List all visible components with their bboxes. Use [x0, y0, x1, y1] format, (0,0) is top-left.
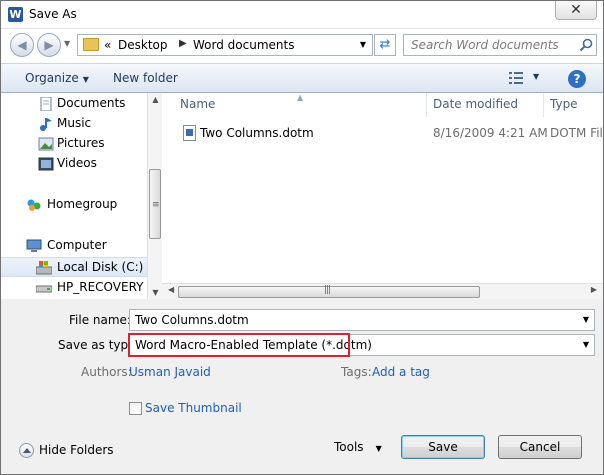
chevron-down-icon: ▼: [375, 444, 382, 453]
table-row[interactable]: Two Columns.dotm 8/16/2009 4:21 AM DOTM …: [162, 123, 603, 145]
save-thumbnail-checkbox[interactable]: [129, 402, 142, 415]
organize-button[interactable]: Organize ▼: [25, 71, 89, 85]
homegroup-icon: [27, 199, 41, 211]
videos-icon: [38, 157, 54, 171]
nav-label-documents: Documents: [57, 96, 126, 110]
red-highlight-box: [128, 333, 350, 357]
search-placeholder: Search Word documents: [411, 38, 559, 52]
back-arrow-icon: ◀: [17, 38, 27, 52]
nav-item-music[interactable]: Music: [1, 114, 147, 134]
drive-icon: [36, 285, 52, 293]
word-app-icon: W: [8, 7, 23, 22]
nav-label-computer: Computer: [47, 238, 107, 252]
address-bar[interactable]: « Desktop ▶ Word documents ▼: [77, 34, 373, 56]
nav-label-pictures: Pictures: [57, 136, 105, 150]
scroll-down-icon[interactable]: ▼: [148, 288, 163, 297]
title-bar: W Save As ✕: [1, 1, 603, 29]
save-thumbnail-label[interactable]: Save Thumbnail: [145, 401, 242, 415]
file-date-cell: 8/16/2009 4:21 AM: [433, 126, 548, 140]
cancel-button[interactable]: Cancel: [498, 435, 582, 459]
scroll-up-icon[interactable]: ▲: [148, 95, 163, 104]
recent-locations-dropdown[interactable]: ▼: [64, 39, 70, 48]
forward-arrow-icon: ▶: [44, 38, 54, 52]
music-icon: [40, 118, 52, 131]
nav-label-local-disk: Local Disk (C:): [57, 260, 144, 274]
views-dropdown-icon[interactable]: ▼: [533, 72, 539, 81]
column-header-date-modified[interactable]: Date modified: [433, 97, 518, 111]
scroll-left-icon[interactable]: ◀: [168, 285, 174, 294]
tags-value[interactable]: Add a tag: [372, 365, 430, 379]
authors-label: Authors:: [81, 365, 132, 379]
nav-item-hp-recovery[interactable]: HP_RECOVERY (I: [1, 278, 147, 298]
address-row: ◀ ▶ ▼ « Desktop ▶ Word documents ▼ ⇄ Sea…: [1, 29, 603, 63]
new-folder-button[interactable]: New folder: [113, 71, 178, 85]
tags-label: Tags:: [341, 365, 372, 379]
hide-folders-label: Hide Folders: [39, 443, 114, 457]
address-dropdown-icon[interactable]: ▼: [360, 40, 366, 49]
file-name-cell: Two Columns.dotm: [200, 126, 314, 140]
breadcrumb-separator-icon[interactable]: ▶: [179, 38, 187, 49]
save-as-type-dropdown-icon[interactable]: ▼: [583, 340, 589, 349]
organize-label: Organize: [25, 71, 79, 85]
tools-label: Tools: [334, 440, 364, 454]
local-disk-icon: [36, 261, 52, 275]
window-title: Save As: [29, 7, 77, 21]
command-bar: Organize ▼ New folder ▼ ?: [1, 63, 603, 93]
breadcrumb-word-documents[interactable]: Word documents: [193, 38, 294, 52]
computer-icon: [26, 239, 42, 252]
help-icon[interactable]: ?: [568, 70, 586, 88]
sort-ascending-icon: ▲: [297, 93, 304, 102]
scrollbar-thumb[interactable]: |||: [178, 285, 480, 298]
back-button[interactable]: ◀: [10, 33, 34, 57]
collapse-up-icon: [19, 443, 34, 458]
tools-button[interactable]: Tools ▼: [334, 440, 382, 454]
nav-item-homegroup[interactable]: Homegroup: [1, 195, 147, 215]
navigation-pane: Documents Music Pictures Videos Homegrou…: [1, 93, 147, 299]
nav-item-documents[interactable]: Documents: [1, 94, 147, 114]
search-input[interactable]: Search Word documents: [403, 34, 597, 56]
close-button[interactable]: ✕: [555, 1, 597, 20]
column-header-type[interactable]: Type: [550, 97, 578, 111]
nav-item-local-disk[interactable]: Local Disk (C:): [1, 257, 147, 277]
pictures-icon: [38, 137, 54, 151]
file-name-field[interactable]: Two Columns.dotm ▼: [129, 309, 595, 331]
save-as-dialog: W Save As ✕ ◀ ▶ ▼ « Desktop ▶ Word docum…: [0, 0, 604, 475]
nav-label-music: Music: [57, 116, 92, 130]
nav-label-hp-recovery: HP_RECOVERY (I: [57, 280, 147, 294]
nav-item-computer[interactable]: Computer: [1, 236, 147, 256]
views-icon[interactable]: [509, 72, 523, 84]
scrollbar-thumb[interactable]: ≡: [149, 169, 161, 239]
column-divider[interactable]: [426, 93, 427, 117]
nav-label-videos: Videos: [57, 156, 97, 170]
nav-pane-scrollbar[interactable]: ▲ ≡ ▼: [147, 93, 162, 299]
word-template-file-icon: [183, 125, 196, 141]
save-button[interactable]: Save: [401, 435, 485, 459]
file-type-cell: DOTM Fil: [550, 126, 603, 140]
documents-icon: [40, 97, 52, 111]
scroll-right-icon[interactable]: ▶: [591, 285, 597, 294]
breadcrumb-desktop[interactable]: Desktop: [118, 38, 168, 52]
authors-value[interactable]: Usman Javaid: [129, 365, 211, 379]
file-name-label: File name:: [69, 313, 131, 327]
column-divider[interactable]: [543, 93, 544, 117]
search-icon[interactable]: [579, 38, 593, 52]
folder-icon: [83, 38, 99, 51]
refresh-icon: ⇄: [379, 37, 391, 52]
chevron-down-icon: ▼: [82, 75, 89, 84]
file-name-value: Two Columns.dotm: [135, 313, 249, 327]
breadcrumb-overflow[interactable]: «: [104, 38, 111, 52]
forward-button[interactable]: ▶: [37, 33, 61, 57]
nav-label-homegroup: Homegroup: [47, 197, 118, 211]
nav-item-videos[interactable]: Videos: [1, 154, 147, 174]
file-list: ▲ Name Date modified Type Two Columns.do…: [162, 93, 603, 299]
file-list-horizontal-scrollbar[interactable]: ◀ ||| ▶: [162, 283, 603, 299]
refresh-button[interactable]: ⇄: [374, 34, 396, 56]
column-header-name[interactable]: Name: [180, 97, 215, 111]
nav-item-pictures[interactable]: Pictures: [1, 134, 147, 154]
file-name-dropdown-icon[interactable]: ▼: [583, 315, 589, 324]
